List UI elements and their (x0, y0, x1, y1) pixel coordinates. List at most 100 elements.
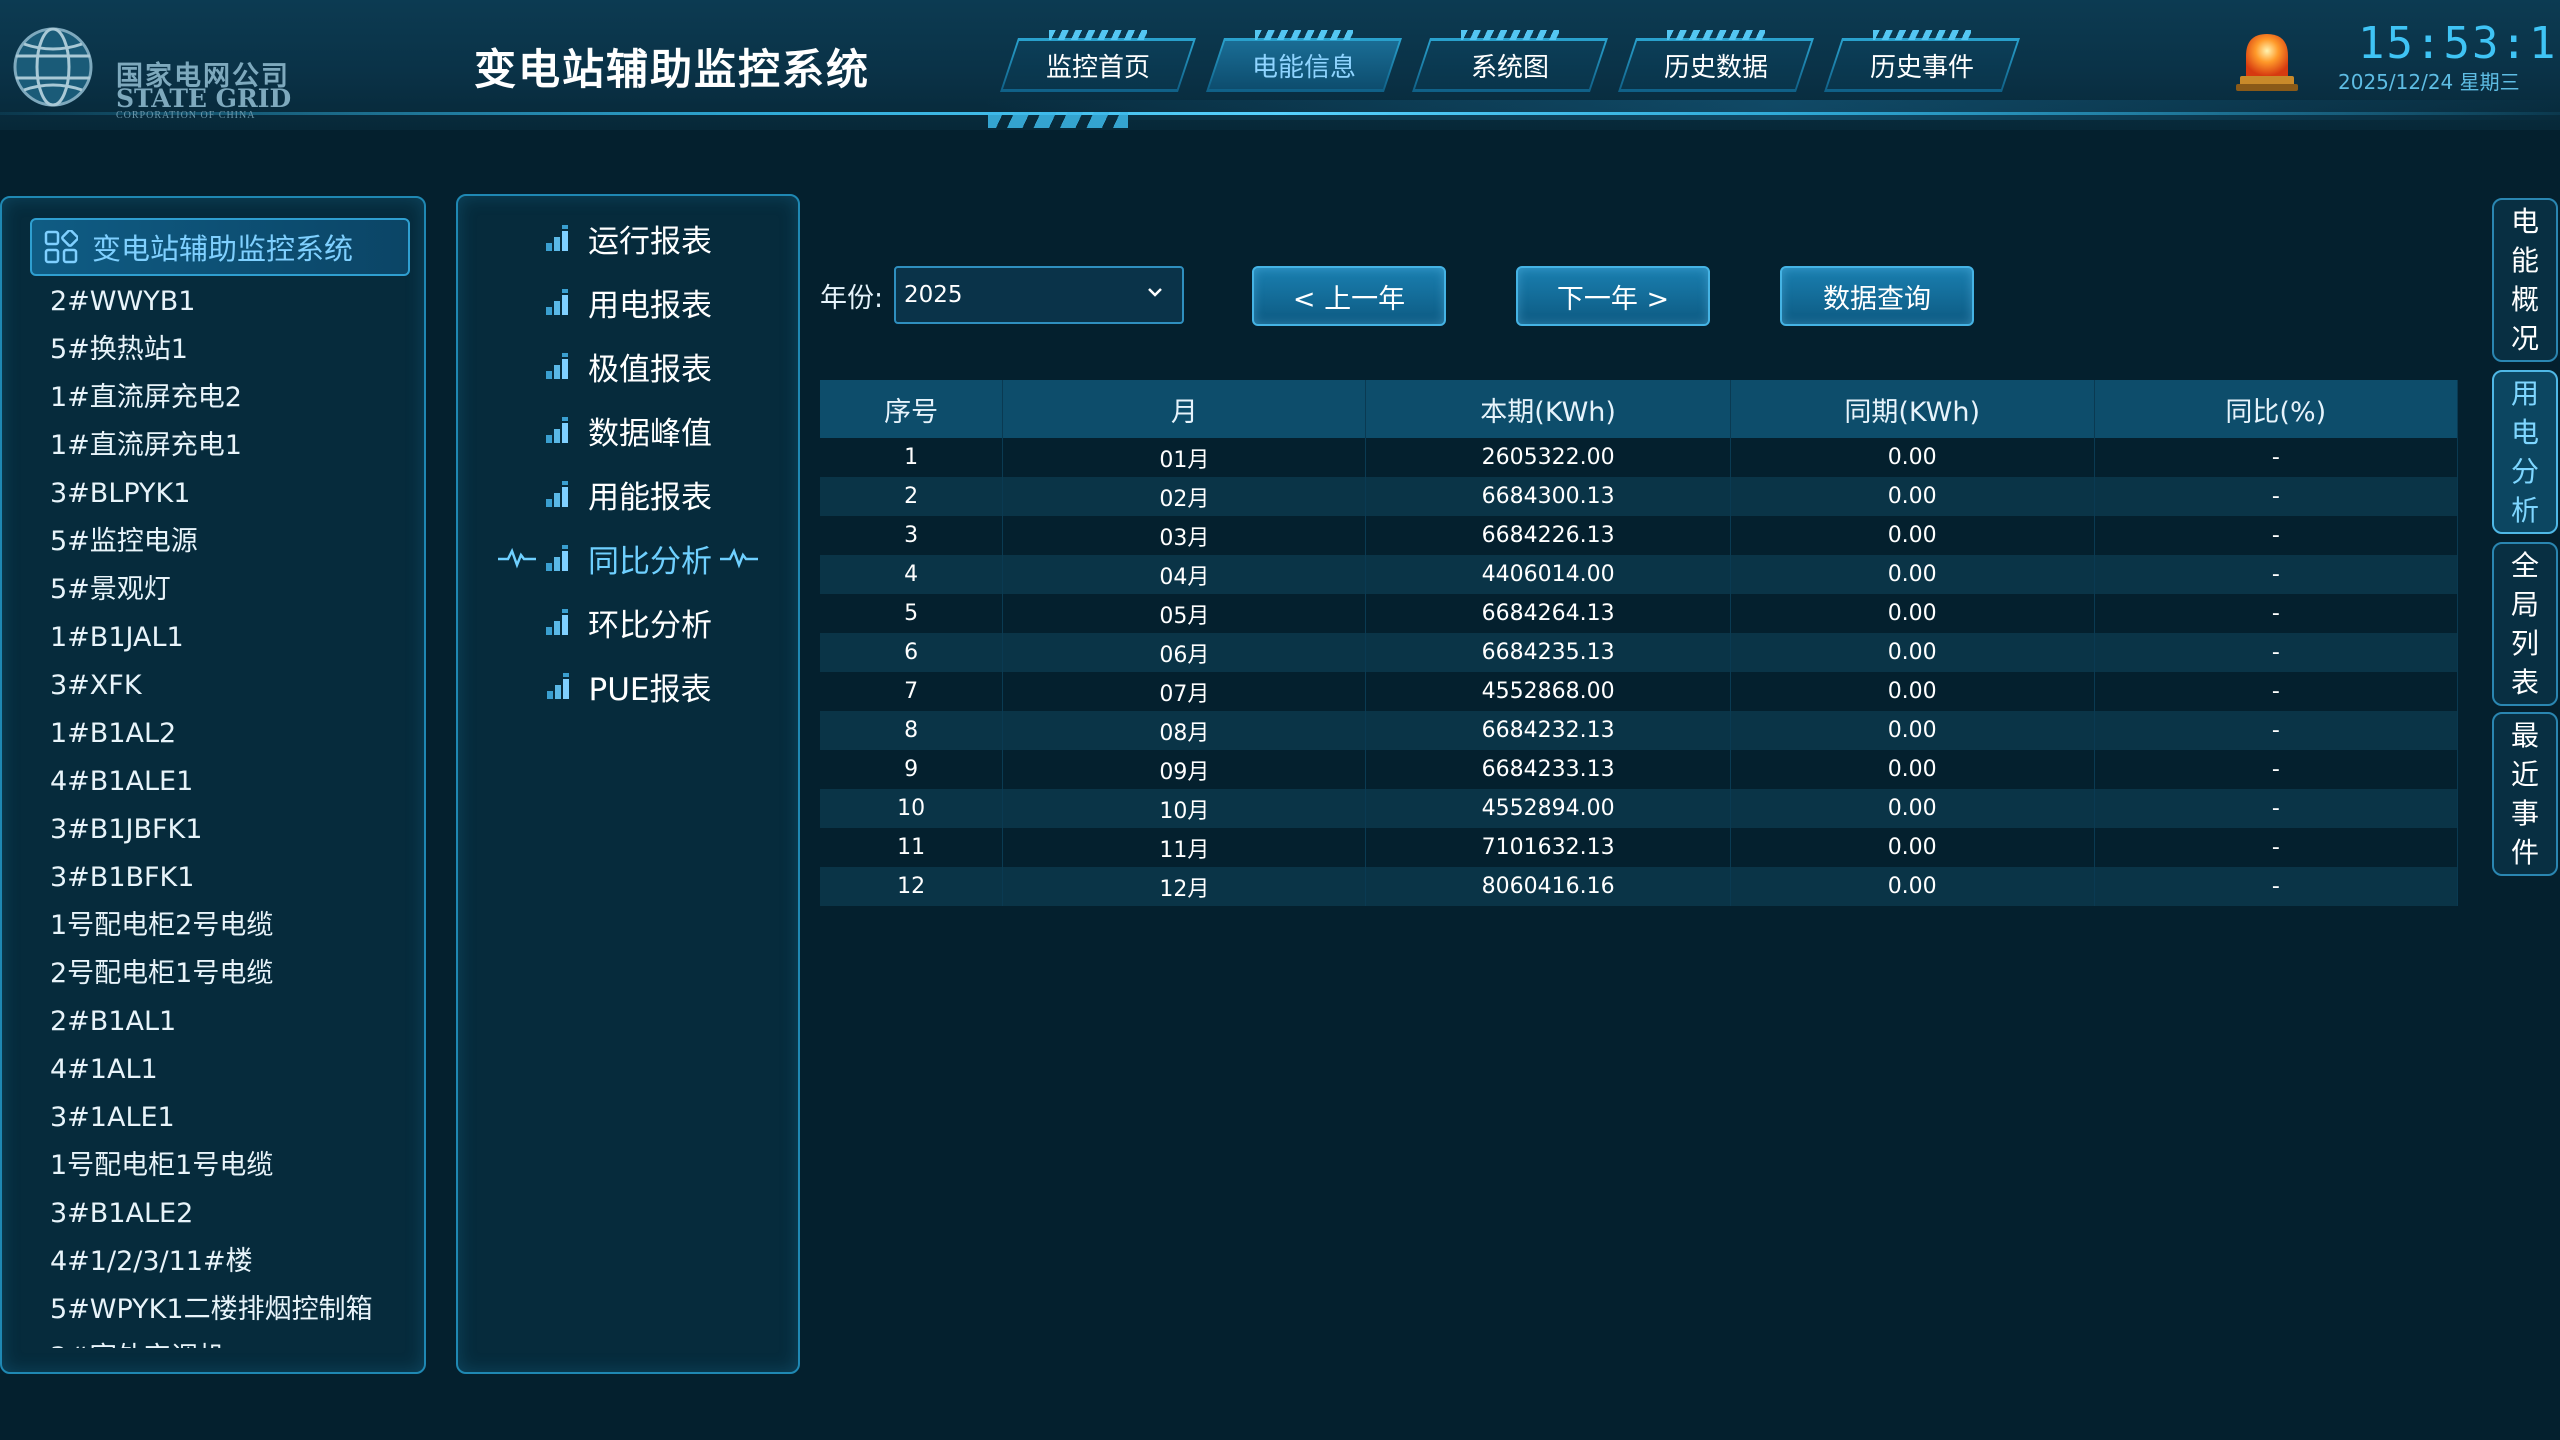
tab-history-events[interactable]: 历史事件 (1824, 38, 2020, 92)
rail-tab-label: 最近事件 (2510, 719, 2539, 869)
table-row[interactable]: 12 12月 8060416.16 0.00- (820, 867, 2459, 906)
bar-chart-icon (546, 481, 568, 507)
menu-item-pue-report[interactable]: PUE报表 (458, 654, 798, 718)
cell: 0.00 (1730, 633, 2095, 672)
cell: 01月 (1002, 438, 1367, 477)
tab-label: 监控首页 (1045, 52, 1150, 83)
alarm-light-icon[interactable] (2232, 26, 2302, 92)
table-row[interactable]: 7 07月 4552868.00 0.00- (820, 672, 2459, 711)
menu-item-energy-report[interactable]: 用能报表 (458, 462, 798, 526)
table-row[interactable]: 9 09月 6684233.13 0.00- (820, 750, 2459, 789)
device-item[interactable]: 3#1ALE1 (50, 1094, 410, 1142)
device-item[interactable]: 4#1/2/3/11#楼 (50, 1238, 410, 1286)
cell: 12月 (1002, 867, 1367, 906)
cell: - (2094, 594, 2459, 633)
menu-item-electricity-report[interactable]: 用电报表 (458, 270, 798, 334)
yoy-table: 序号 月 本期(KWh) 同期(KWh) 同比(%) 1 01月 2605322.0… (820, 380, 2459, 906)
device-item[interactable]: 5#监控电源 (50, 518, 410, 566)
cell: - (2094, 516, 2459, 555)
cell: 6684300.13 (1365, 477, 1731, 516)
table-row[interactable]: 4 04月 4406014.00 0.00- (820, 555, 2459, 594)
menu-item-label: 用电报表 (588, 287, 712, 324)
device-item[interactable]: 4#B1ALE1 (50, 758, 410, 806)
rail-tab-label: 电能概况 (2510, 205, 2539, 355)
cell: 3 (820, 516, 1004, 555)
device-item[interactable]: 3#室外空调机 (50, 1334, 410, 1348)
header-divider (0, 112, 2560, 115)
menu-item-extreme-report[interactable]: 极值报表 (458, 334, 798, 398)
cell: 0.00 (1730, 750, 2095, 789)
device-tree-panel: 变电站辅助监控系统 2#WWYB1 5#换热站1 1#直流屏充电2 1#直流屏充… (0, 196, 426, 1374)
bar-chart-icon (546, 289, 568, 315)
next-year-button[interactable]: 下一年 > (1516, 266, 1710, 326)
bar-chart-icon (546, 417, 568, 443)
table-row[interactable]: 6 06月 6684235.13 0.00- (820, 633, 2459, 672)
menu-item-operation-report[interactable]: 运行报表 (458, 206, 798, 270)
menu-item-label: 极值报表 (588, 351, 712, 388)
device-item[interactable]: 1号配电柜2号电缆 (50, 902, 410, 950)
rail-tab-energy-overview[interactable]: 电能概况 (2492, 198, 2558, 362)
chevron-down-icon (1148, 288, 1162, 297)
device-item[interactable]: 3#B1BFK1 (50, 854, 410, 902)
device-item[interactable]: 2号配电柜1号电缆 (50, 950, 410, 998)
table-row[interactable]: 5 05月 6684264.13 0.00- (820, 594, 2459, 633)
tab-system-diagram[interactable]: 系统图 (1412, 38, 1608, 92)
grid-apps-icon (44, 230, 78, 264)
device-item[interactable]: 1#直流屏充电2 (50, 374, 410, 422)
device-item[interactable]: 3#XFK (50, 662, 410, 710)
tab-energy-info[interactable]: 电能信息 (1206, 38, 1402, 92)
device-item[interactable]: 5#景观灯 (50, 566, 410, 614)
device-item[interactable]: 4#1AL1 (50, 1046, 410, 1094)
table-row[interactable]: 8 08月 6684232.13 0.00- (820, 711, 2459, 750)
prev-year-button[interactable]: < 上一年 (1252, 266, 1446, 326)
device-item[interactable]: 1#B1JAL1 (50, 614, 410, 662)
cell: - (2094, 789, 2459, 828)
menu-item-label: 运行报表 (588, 223, 712, 260)
device-item[interactable]: 3#BLPYK1 (50, 470, 410, 518)
pulse-wave-icon (498, 547, 536, 569)
tree-root-label: 变电站辅助监控系统 (92, 232, 354, 266)
rail-tab-electricity-analysis[interactable]: 用电分析 (2492, 370, 2558, 534)
cell: 2 (820, 477, 1004, 516)
device-list[interactable]: 2#WWYB1 5#换热站1 1#直流屏充电2 1#直流屏充电1 3#BLPYK… (50, 278, 410, 1348)
device-item[interactable]: 3#B1ALE2 (50, 1190, 410, 1238)
device-item[interactable]: 5#换热站1 (50, 326, 410, 374)
device-item[interactable]: 2#B1AL1 (50, 998, 410, 1046)
cell: 0.00 (1730, 711, 2095, 750)
rail-tab-global-list[interactable]: 全局列表 (2492, 542, 2558, 706)
table-row[interactable]: 11 11月 7101632.13 0.00- (820, 828, 2459, 867)
menu-item-label: PUE报表 (588, 671, 712, 708)
device-item[interactable]: 5#WPYK1二楼排烟控制箱 (50, 1286, 410, 1334)
table-row[interactable]: 10 10月 4552894.00 0.00- (820, 789, 2459, 828)
rail-tab-label: 全局列表 (2510, 549, 2539, 699)
menu-item-data-peak[interactable]: 数据峰值 (458, 398, 798, 462)
device-item[interactable]: 1#B1AL2 (50, 710, 410, 758)
col-header-month: 月 (1002, 380, 1367, 438)
device-item[interactable]: 1号配电柜1号电缆 (50, 1142, 410, 1190)
cell: 02月 (1002, 477, 1367, 516)
cell: 5 (820, 594, 1004, 633)
tab-history-data[interactable]: 历史数据 (1618, 38, 1814, 92)
table-row[interactable]: 3 03月 6684226.13 0.00- (820, 516, 2459, 555)
rail-tab-recent-events[interactable]: 最近事件 (2492, 712, 2558, 876)
cell: 0.00 (1730, 594, 2095, 633)
device-item[interactable]: 2#WWYB1 (50, 278, 410, 326)
clock-time: 15:53:13 (2358, 18, 2560, 69)
tab-monitor-home[interactable]: 监控首页 (1000, 38, 1196, 92)
rail-tab-label: 用电分析 (2510, 377, 2539, 527)
tree-root-item[interactable]: 变电站辅助监控系统 (30, 218, 410, 276)
data-query-button[interactable]: 数据查询 (1780, 266, 1974, 326)
cell: 0.00 (1730, 438, 2095, 477)
bar-chart-icon (546, 609, 568, 635)
device-item[interactable]: 3#B1JBFK1 (50, 806, 410, 854)
year-select[interactable]: 2025 (894, 266, 1184, 324)
menu-item-yoy-analysis[interactable]: 同比分析 (458, 526, 798, 590)
cell: 0.00 (1730, 516, 2095, 555)
device-item[interactable]: 1#直流屏充电1 (50, 422, 410, 470)
table-row[interactable]: 2 02月 6684300.13 0.00- (820, 477, 2459, 516)
menu-item-mom-analysis[interactable]: 环比分析 (458, 590, 798, 654)
cell: 0.00 (1730, 828, 2095, 867)
col-header-current: 本期(KWh) (1365, 380, 1731, 438)
menu-item-label: 用能报表 (588, 479, 712, 516)
table-row[interactable]: 1 01月 2605322.00 0.00- (820, 438, 2459, 477)
